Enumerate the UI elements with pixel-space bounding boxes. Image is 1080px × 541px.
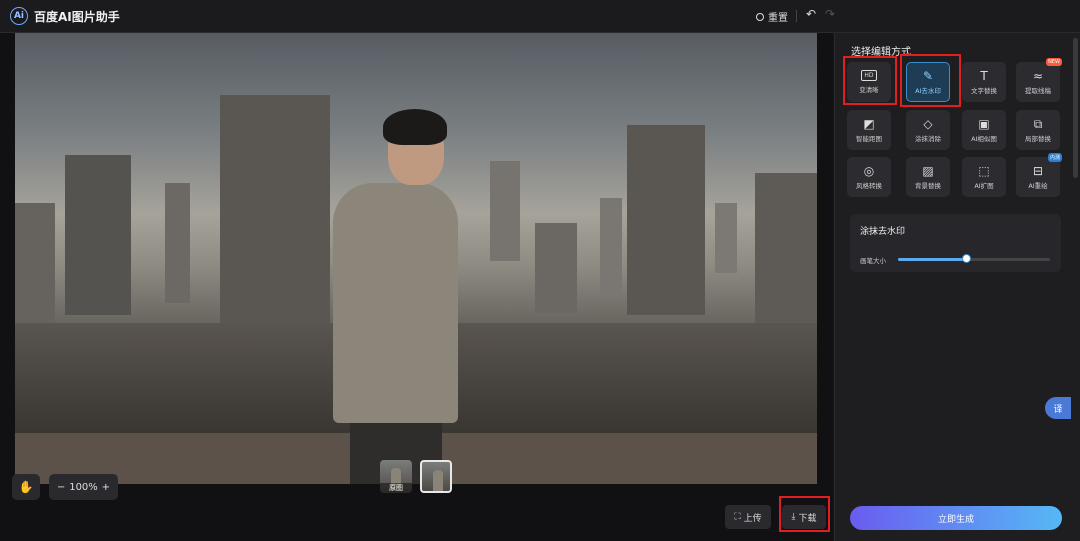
thumbnail-result[interactable]	[420, 460, 452, 493]
tool-icon: ◩	[863, 116, 875, 131]
highlight-box-watermark	[900, 54, 961, 107]
panel-scrollbar[interactable]	[1073, 38, 1078, 178]
settings-title: 涂抹去水印	[860, 227, 906, 237]
watermark-settings: 涂抹去水印 画笔大小	[850, 214, 1061, 272]
reset-label: 重置	[768, 13, 788, 24]
redo-icon[interactable]: ↷	[825, 7, 835, 21]
tool-label: 智能距图	[856, 134, 882, 143]
upload-button[interactable]: ⛶ 上传	[725, 505, 771, 529]
tool-label: 背景替换	[915, 181, 941, 190]
tool-icon: ◇	[923, 116, 933, 131]
zoom-in-button[interactable]: +	[102, 482, 110, 493]
brush-size-label: 画笔大小	[860, 257, 886, 265]
logo-icon: Ai	[10, 7, 28, 25]
tool-3[interactable]: T 文字替换	[962, 62, 1006, 102]
thumbnail-label: 原图	[380, 483, 412, 493]
highlight-box-download	[779, 496, 830, 532]
zoom-out-button[interactable]: −	[57, 482, 65, 493]
tool-label: 提取线稿	[1025, 86, 1051, 95]
highlight-box-sharpen	[843, 56, 897, 105]
tool-badge: 内测	[1047, 153, 1062, 162]
tool-4[interactable]: ≈ 提取线稿 NEW	[1016, 58, 1062, 102]
generate-label: 立即生成	[937, 514, 974, 525]
translate-button[interactable]: 译	[1045, 397, 1071, 419]
tool-9[interactable]: ◎ 风格转换	[847, 157, 891, 197]
tool-11[interactable]: ⬚ AI扩图	[962, 157, 1006, 197]
hand-icon: ✋	[18, 480, 34, 494]
tool-10[interactable]: ▨ 背景替换	[906, 157, 950, 197]
thumbnail-original[interactable]: 原图	[380, 460, 412, 493]
tool-icon: ⧉	[1033, 116, 1043, 131]
tool-badge: NEW	[1046, 58, 1062, 66]
tool-icon: ≈	[1032, 68, 1044, 83]
tool-icon: ▣	[978, 116, 990, 131]
tool-label: 涂抹消除	[915, 134, 941, 143]
tool-6[interactable]: ◇ 涂抹消除	[906, 110, 950, 150]
generate-button[interactable]: 立即生成	[850, 506, 1062, 530]
tool-icon: ▨	[922, 163, 934, 178]
tool-label: AI相似图	[971, 134, 997, 143]
brush-size-slider[interactable]	[898, 254, 1050, 263]
upload-label: 上传	[743, 513, 762, 524]
app-title: 百度AI图片助手	[34, 10, 120, 24]
reset-icon	[756, 12, 764, 21]
slider-handle[interactable]	[962, 254, 972, 263]
tool-label: 风格转换	[856, 181, 882, 190]
tool-icon: ◎	[863, 163, 875, 178]
edited-photo[interactable]	[15, 33, 817, 484]
tool-8[interactable]: ⧉ 局部替换	[1016, 110, 1060, 150]
tool-label: AI扩图	[974, 181, 994, 190]
slider-fill	[898, 258, 967, 261]
reset-button[interactable]: 重置	[756, 9, 788, 24]
undo-icon[interactable]: ↶	[806, 7, 816, 21]
tool-label: 局部替换	[1025, 134, 1051, 143]
tool-label: 文字替换	[971, 86, 997, 95]
tool-label: AI重绘	[1028, 181, 1048, 190]
tool-7[interactable]: ▣ AI相似图	[962, 110, 1006, 150]
tool-icon: T	[980, 68, 988, 83]
zoom-control: − 100% +	[49, 474, 118, 500]
tool-icon: ⊟	[1032, 163, 1044, 178]
translate-icon: 译	[1053, 404, 1063, 415]
upload-icon: ⛶	[734, 512, 741, 522]
tool-5[interactable]: ◩ 智能距图	[847, 110, 891, 150]
zoom-level: 100%	[69, 481, 98, 493]
hand-tool-button[interactable]: ✋	[12, 474, 40, 500]
tool-12[interactable]: ⊟ AI重绘 内测	[1016, 153, 1062, 197]
canvas-area	[0, 33, 833, 541]
tool-icon: ⬚	[978, 163, 990, 178]
top-bar: Ai 百度AI图片助手 重置 ↶ ↷	[0, 0, 1080, 33]
divider	[796, 10, 797, 22]
